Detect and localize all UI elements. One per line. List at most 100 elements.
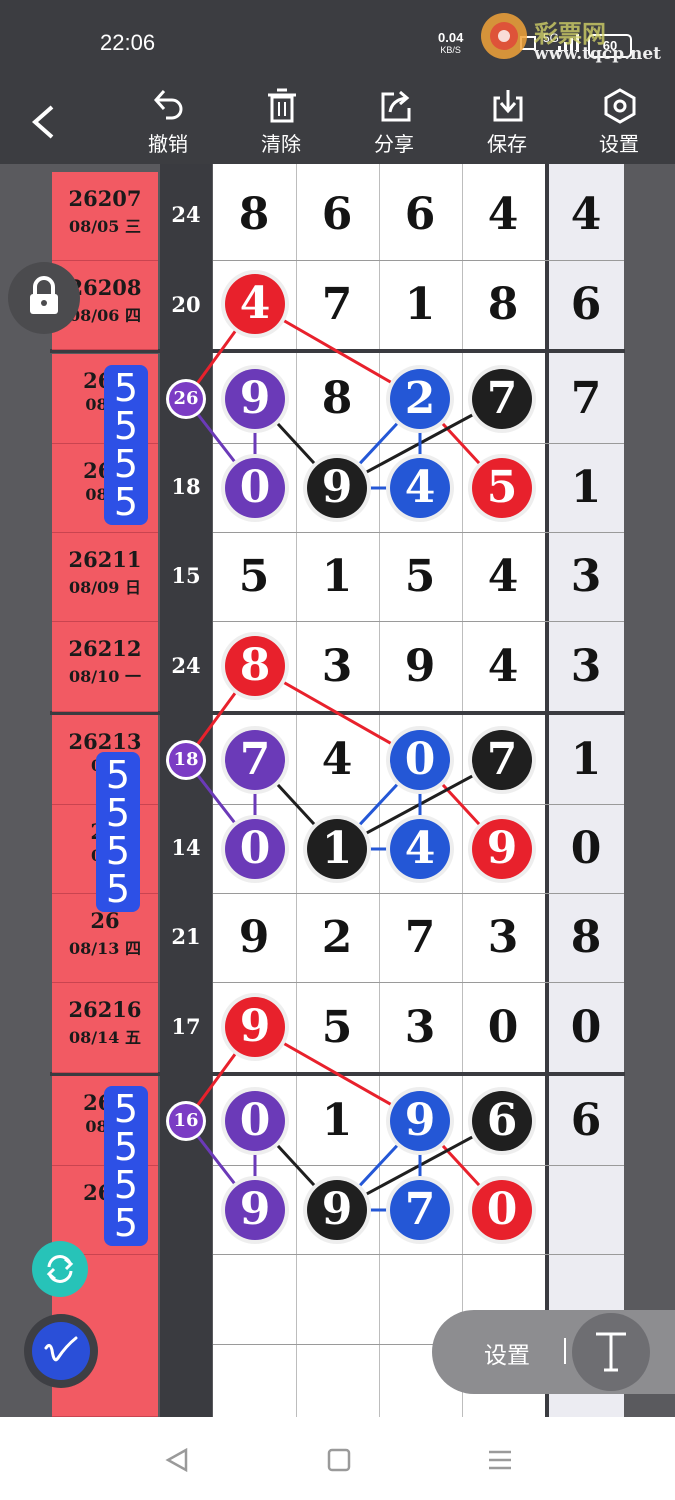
extra-cell[interactable]: 7	[545, 354, 627, 444]
digit-ball[interactable]: 0	[225, 1091, 285, 1151]
pen-button-face	[32, 1322, 90, 1380]
digit-ball[interactable]: 9	[472, 819, 532, 879]
digit-cell[interactable]: 8	[462, 260, 544, 350]
pattern-label: 5555	[104, 365, 148, 525]
digit-ball[interactable]: 4	[390, 819, 450, 879]
digit-ball[interactable]: 1	[307, 819, 367, 879]
digit-cell[interactable]: 7	[379, 893, 461, 983]
floating-settings-label[interactable]: 设置	[484, 1336, 530, 1370]
back-icon	[31, 105, 54, 139]
digit-ball[interactable]: 5	[472, 458, 532, 518]
digit-cell[interactable]: 7	[296, 260, 378, 350]
extra-cell[interactable]: 3	[545, 622, 627, 712]
extra-cell[interactable]: 4	[545, 170, 627, 260]
digit-cell[interactable]: 9	[379, 622, 461, 712]
extra-cell[interactable]: 1	[545, 715, 627, 805]
watermark-logo-icon	[481, 13, 527, 59]
clear-button[interactable]: 清除	[246, 82, 316, 164]
digit-ball[interactable]: 9	[225, 997, 285, 1057]
digit-cell[interactable]: 9	[213, 893, 295, 983]
system-nav-bar	[0, 1417, 675, 1500]
digit-cell[interactable]: 3	[379, 983, 461, 1073]
refresh-button[interactable]	[32, 1241, 88, 1297]
digit-ball[interactable]: 7	[472, 730, 532, 790]
share-button[interactable]: 分享	[359, 82, 429, 164]
toolbar: 撤销 清除 分享 保存 设置	[0, 82, 675, 164]
nav-menu-icon[interactable]	[487, 1447, 513, 1473]
digit-ball[interactable]: 0	[225, 819, 285, 879]
text-tool-icon	[596, 1332, 626, 1372]
save-button[interactable]: 保存	[472, 82, 542, 164]
extra-cell[interactable]: 0	[545, 983, 627, 1073]
digit-cell[interactable]: 8	[213, 170, 295, 260]
digit-ball[interactable]: 2	[390, 369, 450, 429]
pen-button[interactable]	[24, 1314, 98, 1388]
digit-cell[interactable]: 8	[296, 354, 378, 444]
digit-ball[interactable]: 7	[225, 730, 285, 790]
digit-ball[interactable]: 0	[225, 458, 285, 518]
undo-icon	[153, 90, 183, 120]
back-button[interactable]	[10, 82, 74, 164]
digit-cell[interactable]: 6	[379, 170, 461, 260]
clock: 22:06	[100, 30, 156, 55]
sum-ball: 16	[169, 1104, 203, 1138]
net-speed: 0.04 KB/S	[438, 30, 464, 55]
digit-cell[interactable]: 1	[296, 1076, 378, 1166]
digit-cell[interactable]: 4	[462, 622, 544, 712]
status-bar: 22:06 0.04 KB/S 5G 60 彩票网 www.tqcp.net	[0, 0, 675, 82]
refresh-icon	[46, 1255, 74, 1283]
digit-ball[interactable]: 0	[472, 1180, 532, 1240]
digit-ball[interactable]: 9	[225, 1180, 285, 1240]
digit-ball[interactable]: 9	[390, 1091, 450, 1151]
download-icon	[493, 90, 523, 122]
digit-cell[interactable]: 4	[462, 532, 544, 622]
digit-ball[interactable]: 9	[307, 1180, 367, 1240]
nav-home-icon[interactable]	[326, 1447, 352, 1473]
settings-hexagon-icon	[604, 88, 636, 124]
extra-cell[interactable]: 1	[545, 443, 627, 533]
separator	[564, 1338, 566, 1364]
digit-ball[interactable]: 9	[225, 369, 285, 429]
share-icon	[381, 90, 411, 122]
digit-ball[interactable]: 9	[307, 458, 367, 518]
floating-settings-bar[interactable]: 设置	[432, 1310, 675, 1394]
digit-ball[interactable]: 7	[472, 369, 532, 429]
extra-cell[interactable]: 3	[545, 532, 627, 622]
digit-cell[interactable]: 1	[379, 260, 461, 350]
pen-stroke-icon	[44, 1336, 78, 1362]
digit-cell[interactable]: 5	[296, 983, 378, 1073]
extra-cell[interactable]: 6	[545, 260, 627, 350]
extra-cell[interactable]: 0	[545, 804, 627, 894]
digit-ball[interactable]: 4	[225, 274, 285, 334]
settings-button[interactable]: 设置	[584, 82, 654, 164]
digit-cell[interactable]: 3	[296, 622, 378, 712]
lock-button[interactable]	[8, 262, 80, 334]
digit-cell[interactable]: 5	[379, 532, 461, 622]
digit-ball[interactable]: 8	[225, 636, 285, 696]
digit-ball[interactable]: 0	[390, 730, 450, 790]
trend-board[interactable]: 2620708/05 三 2620808/06 四 26208/0 26208/…	[0, 164, 675, 1417]
watermark-url: www.tqcp.net	[534, 44, 662, 64]
digit-cell[interactable]: 6	[296, 170, 378, 260]
digit-ball[interactable]: 6	[472, 1091, 532, 1151]
sum-ball: 18	[169, 743, 203, 777]
trash-icon	[268, 88, 296, 123]
digit-cell[interactable]: 3	[462, 893, 544, 983]
pattern-label: 5555	[96, 752, 140, 912]
extra-cell[interactable]: 8	[545, 893, 627, 983]
digit-cell[interactable]: 5	[213, 532, 295, 622]
digit-cell[interactable]: 4	[462, 170, 544, 260]
digit-cell[interactable]: 2	[296, 893, 378, 983]
nav-back-icon[interactable]	[164, 1447, 190, 1473]
text-tool-button[interactable]	[572, 1313, 650, 1391]
lock-icon	[30, 276, 58, 314]
sum-ball: 26	[169, 382, 203, 416]
undo-button[interactable]: 撤销	[133, 82, 203, 164]
digit-ball[interactable]: 4	[390, 458, 450, 518]
digit-ball[interactable]: 7	[390, 1180, 450, 1240]
pattern-label: 5555	[104, 1086, 148, 1246]
digit-cell[interactable]: 0	[462, 983, 544, 1073]
digit-cell[interactable]: 4	[296, 715, 378, 805]
extra-cell[interactable]: 6	[545, 1076, 627, 1166]
digit-cell[interactable]: 1	[296, 532, 378, 622]
